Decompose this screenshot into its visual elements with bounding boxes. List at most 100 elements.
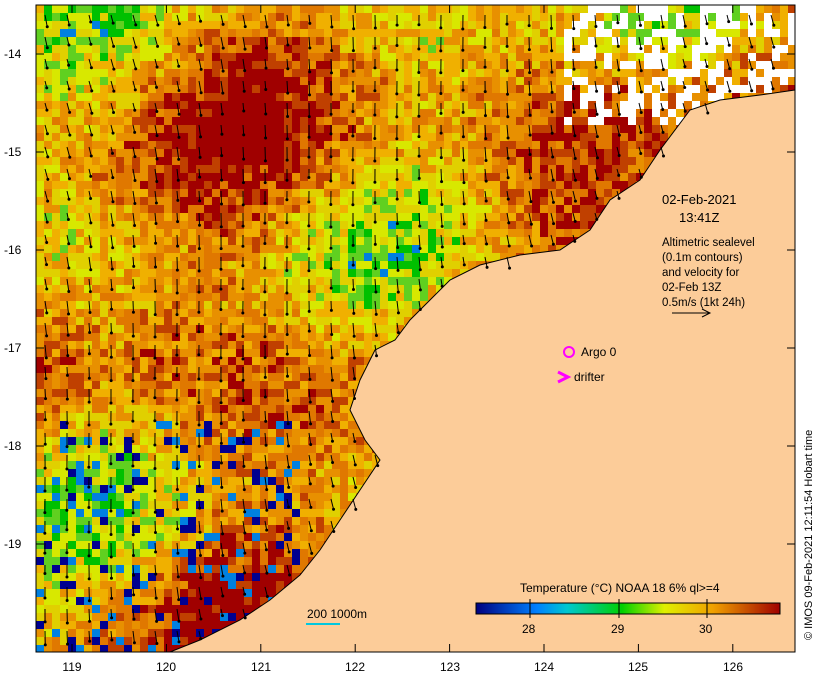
sst-cell bbox=[164, 165, 172, 173]
sst-cell bbox=[100, 213, 108, 221]
sst-cell bbox=[236, 269, 244, 277]
sst-cell bbox=[188, 125, 196, 133]
sst-cell bbox=[196, 205, 204, 213]
sst-cell bbox=[340, 389, 348, 397]
sst-cell bbox=[564, 125, 572, 133]
sst-cell bbox=[692, 5, 700, 13]
sst-cell bbox=[748, 5, 756, 13]
sst-cell bbox=[180, 317, 188, 325]
sst-cell bbox=[364, 13, 372, 21]
sst-cell bbox=[724, 69, 732, 77]
sst-cell bbox=[692, 37, 700, 45]
sst-cell bbox=[684, 77, 692, 85]
sst-cell bbox=[220, 205, 228, 213]
sst-cell bbox=[164, 93, 172, 101]
sst-cell bbox=[532, 109, 540, 117]
sst-cell bbox=[292, 69, 300, 77]
sst-cell bbox=[380, 141, 388, 149]
sst-cell bbox=[268, 205, 276, 213]
sst-cell bbox=[124, 157, 132, 165]
sst-cell bbox=[204, 101, 212, 109]
sst-cell bbox=[508, 13, 516, 21]
sst-cell bbox=[204, 269, 212, 277]
sst-cell bbox=[708, 77, 716, 85]
sst-cell bbox=[124, 253, 132, 261]
sst-cell bbox=[188, 133, 196, 141]
sst-cell bbox=[300, 349, 308, 357]
sst-cell bbox=[284, 117, 292, 125]
sst-cell bbox=[468, 181, 476, 189]
sst-cell bbox=[492, 197, 500, 205]
sst-cell bbox=[356, 141, 364, 149]
sst-cell bbox=[188, 357, 196, 365]
sst-cell bbox=[532, 117, 540, 125]
sst-cell bbox=[684, 93, 692, 101]
sst-cell bbox=[476, 109, 484, 117]
sst-cell bbox=[116, 37, 124, 45]
sst-cell bbox=[140, 37, 148, 45]
sst-cell bbox=[188, 413, 196, 421]
sst-cell bbox=[668, 109, 676, 117]
sst-cell bbox=[628, 53, 636, 61]
sst-cell bbox=[36, 261, 44, 269]
sst-cell bbox=[628, 5, 636, 13]
sst-cell bbox=[532, 221, 540, 229]
sst-cell bbox=[580, 221, 588, 229]
sst-cell bbox=[204, 397, 212, 405]
sst-cell bbox=[324, 413, 332, 421]
sst-cell bbox=[300, 29, 308, 37]
sst-cell bbox=[52, 93, 60, 101]
sst-cell bbox=[116, 373, 124, 381]
sst-cell bbox=[76, 85, 84, 93]
sst-cell bbox=[44, 69, 52, 77]
sst-cell bbox=[516, 237, 524, 245]
sst-cell bbox=[492, 117, 500, 125]
sst-cell bbox=[460, 125, 468, 133]
sst-cell bbox=[116, 149, 124, 157]
sst-cell bbox=[268, 77, 276, 85]
sst-cell bbox=[52, 397, 60, 405]
sst-cell bbox=[428, 5, 436, 13]
sst-cell bbox=[228, 93, 236, 101]
sst-cell bbox=[604, 141, 612, 149]
sst-cell bbox=[292, 117, 300, 125]
sst-cell bbox=[124, 373, 132, 381]
sst-cell bbox=[628, 133, 636, 141]
sst-cell bbox=[92, 117, 100, 125]
sst-cell bbox=[156, 117, 164, 125]
sst-cell bbox=[676, 45, 684, 53]
sst-cell bbox=[132, 5, 140, 13]
sst-cell bbox=[284, 53, 292, 61]
sst-cell bbox=[124, 189, 132, 197]
sst-cell bbox=[36, 389, 44, 397]
sst-cell bbox=[420, 237, 428, 245]
sst-cell bbox=[292, 325, 300, 333]
sst-cell bbox=[668, 37, 676, 45]
sst-cell bbox=[268, 341, 276, 349]
sst-cell bbox=[564, 61, 572, 69]
sst-cell bbox=[364, 341, 372, 349]
sst-cell bbox=[92, 349, 100, 357]
sst-cell bbox=[516, 165, 524, 173]
sst-cell bbox=[364, 85, 372, 93]
sst-cell bbox=[596, 101, 604, 109]
sst-cell bbox=[316, 365, 324, 373]
sst-cell bbox=[420, 61, 428, 69]
sst-cell bbox=[308, 205, 316, 213]
sst-cell bbox=[172, 213, 180, 221]
sst-cell bbox=[92, 245, 100, 253]
sst-cell bbox=[188, 157, 196, 165]
sst-cell bbox=[164, 21, 172, 29]
sst-cell bbox=[604, 181, 612, 189]
sst-cell bbox=[36, 77, 44, 85]
sst-cell bbox=[164, 381, 172, 389]
sst-cell bbox=[196, 29, 204, 37]
sst-cell bbox=[452, 5, 460, 13]
sst-cell bbox=[68, 13, 76, 21]
sst-cell bbox=[52, 309, 60, 317]
sst-cell bbox=[604, 61, 612, 69]
sst-cell bbox=[316, 325, 324, 333]
sst-cell bbox=[756, 13, 764, 21]
sst-cell bbox=[388, 157, 396, 165]
sst-cell bbox=[52, 413, 60, 421]
